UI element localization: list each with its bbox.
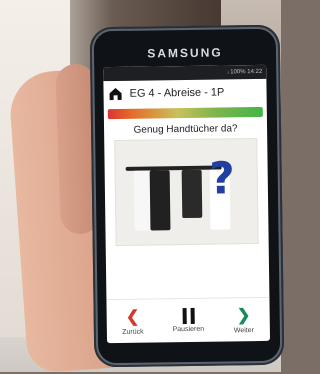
phone-screen: ᵢ 100% 14:22 EG 4 - Abreise - 1P Genug H… xyxy=(103,64,271,344)
phone-brand: SAMSUNG xyxy=(147,45,223,61)
towel-image: ? xyxy=(114,138,259,247)
next-button[interactable]: ❯ Weiter xyxy=(224,305,264,335)
pause-label: Pausieren xyxy=(172,325,205,334)
pause-icon xyxy=(182,307,195,325)
home-icon[interactable] xyxy=(107,86,123,102)
towel-black xyxy=(149,170,171,231)
chevron-right-icon: ❯ xyxy=(236,307,251,325)
progress-bar xyxy=(107,106,263,120)
question-mark-icon: ? xyxy=(208,153,236,205)
back-label: Zurück xyxy=(122,328,144,336)
next-label: Weiter xyxy=(233,327,254,335)
chevron-left-icon: ❮ xyxy=(125,308,140,326)
back-button[interactable]: ❮ Zurück xyxy=(113,306,153,336)
pause-button[interactable]: Pausieren xyxy=(168,307,208,334)
question-text: Genug Handtücher da? xyxy=(133,123,238,136)
app-header: EG 4 - Abreise - 1P xyxy=(103,79,266,107)
header-title: EG 4 - Abreise - 1P xyxy=(129,86,225,100)
status-text: ᵢ 100% 14:22 xyxy=(227,68,263,76)
bottom-bar: ❮ Zurück Pausieren ❯ Weiter xyxy=(106,296,271,344)
towel-dark xyxy=(181,169,203,219)
phone: SAMSUNG ᵢ 100% 14:22 EG 4 - Abreise - 1P… xyxy=(89,24,285,368)
